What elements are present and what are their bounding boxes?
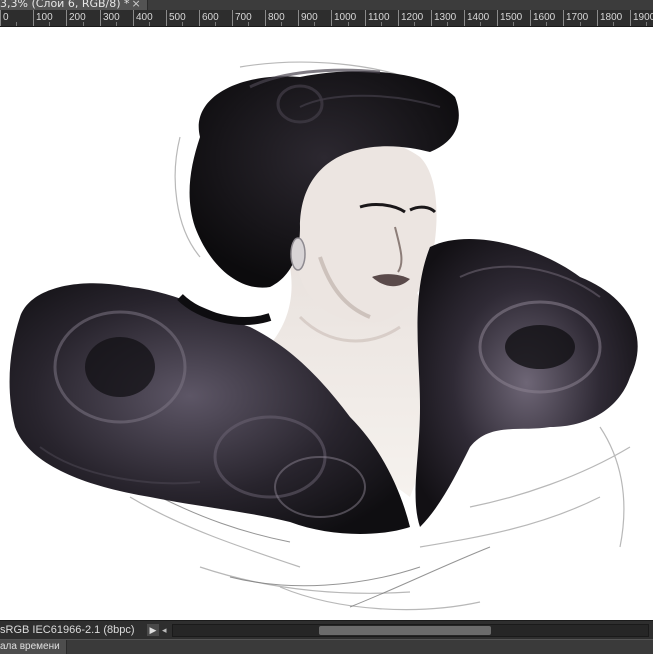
ruler-label: 1100 bbox=[368, 12, 390, 23]
ruler-label: 600 bbox=[202, 12, 219, 23]
portrait-painting bbox=[9, 61, 638, 611]
status-menu-arrow-icon[interactable]: ▶ bbox=[147, 624, 159, 636]
horizontal-scrollbar[interactable] bbox=[172, 624, 649, 637]
document-canvas[interactable] bbox=[0, 27, 653, 620]
ruler-label: 700 bbox=[235, 12, 252, 23]
document-tab[interactable]: 3,3% (Слой 6, RGB/8) * × bbox=[0, 0, 148, 10]
ruler-label: 800 bbox=[268, 12, 285, 23]
horizontal-ruler[interactable]: 0 100 200 300 400 500 600 700 800 900 10… bbox=[0, 10, 653, 27]
timeline-panel-tab[interactable]: ала времени bbox=[0, 640, 67, 654]
ruler-label: 400 bbox=[136, 12, 153, 23]
ruler-label: 1600 bbox=[533, 12, 556, 23]
fur-collar-right bbox=[415, 238, 638, 527]
ruler-label: 1300 bbox=[434, 12, 457, 23]
ruler-label: 1200 bbox=[401, 12, 424, 23]
ruler-label: 100 bbox=[36, 12, 53, 23]
ruler-label: 0 bbox=[3, 12, 9, 23]
scrollbar-thumb[interactable] bbox=[319, 626, 491, 635]
document-tab-title: 3,3% (Слой 6, RGB/8) * bbox=[0, 0, 130, 10]
bottom-panel-bar: ала времени bbox=[0, 639, 653, 654]
ruler-label: 1900 bbox=[633, 12, 653, 23]
ruler-label: 900 bbox=[301, 12, 318, 23]
timeline-panel-tab-label: ала времени bbox=[0, 641, 60, 652]
ruler-label: 500 bbox=[169, 12, 186, 23]
ruler-label: 1000 bbox=[334, 12, 357, 23]
scroll-left-icon[interactable]: ◂ bbox=[162, 621, 167, 639]
ruler-label: 300 bbox=[103, 12, 120, 23]
close-icon[interactable]: × bbox=[132, 0, 141, 10]
ruler-label: 1700 bbox=[566, 12, 589, 23]
ruler-label: 1500 bbox=[500, 12, 523, 23]
status-bar: sRGB IEC61966-2.1 (8bpc) ▶ ◂ bbox=[0, 620, 653, 639]
color-profile-text: sRGB IEC61966-2.1 (8bpc) bbox=[0, 624, 135, 636]
earring bbox=[290, 237, 306, 271]
ruler-label: 1800 bbox=[600, 12, 623, 23]
ruler-label: 1400 bbox=[467, 12, 490, 23]
document-tab-bar: 3,3% (Слой 6, RGB/8) * × bbox=[0, 0, 653, 10]
